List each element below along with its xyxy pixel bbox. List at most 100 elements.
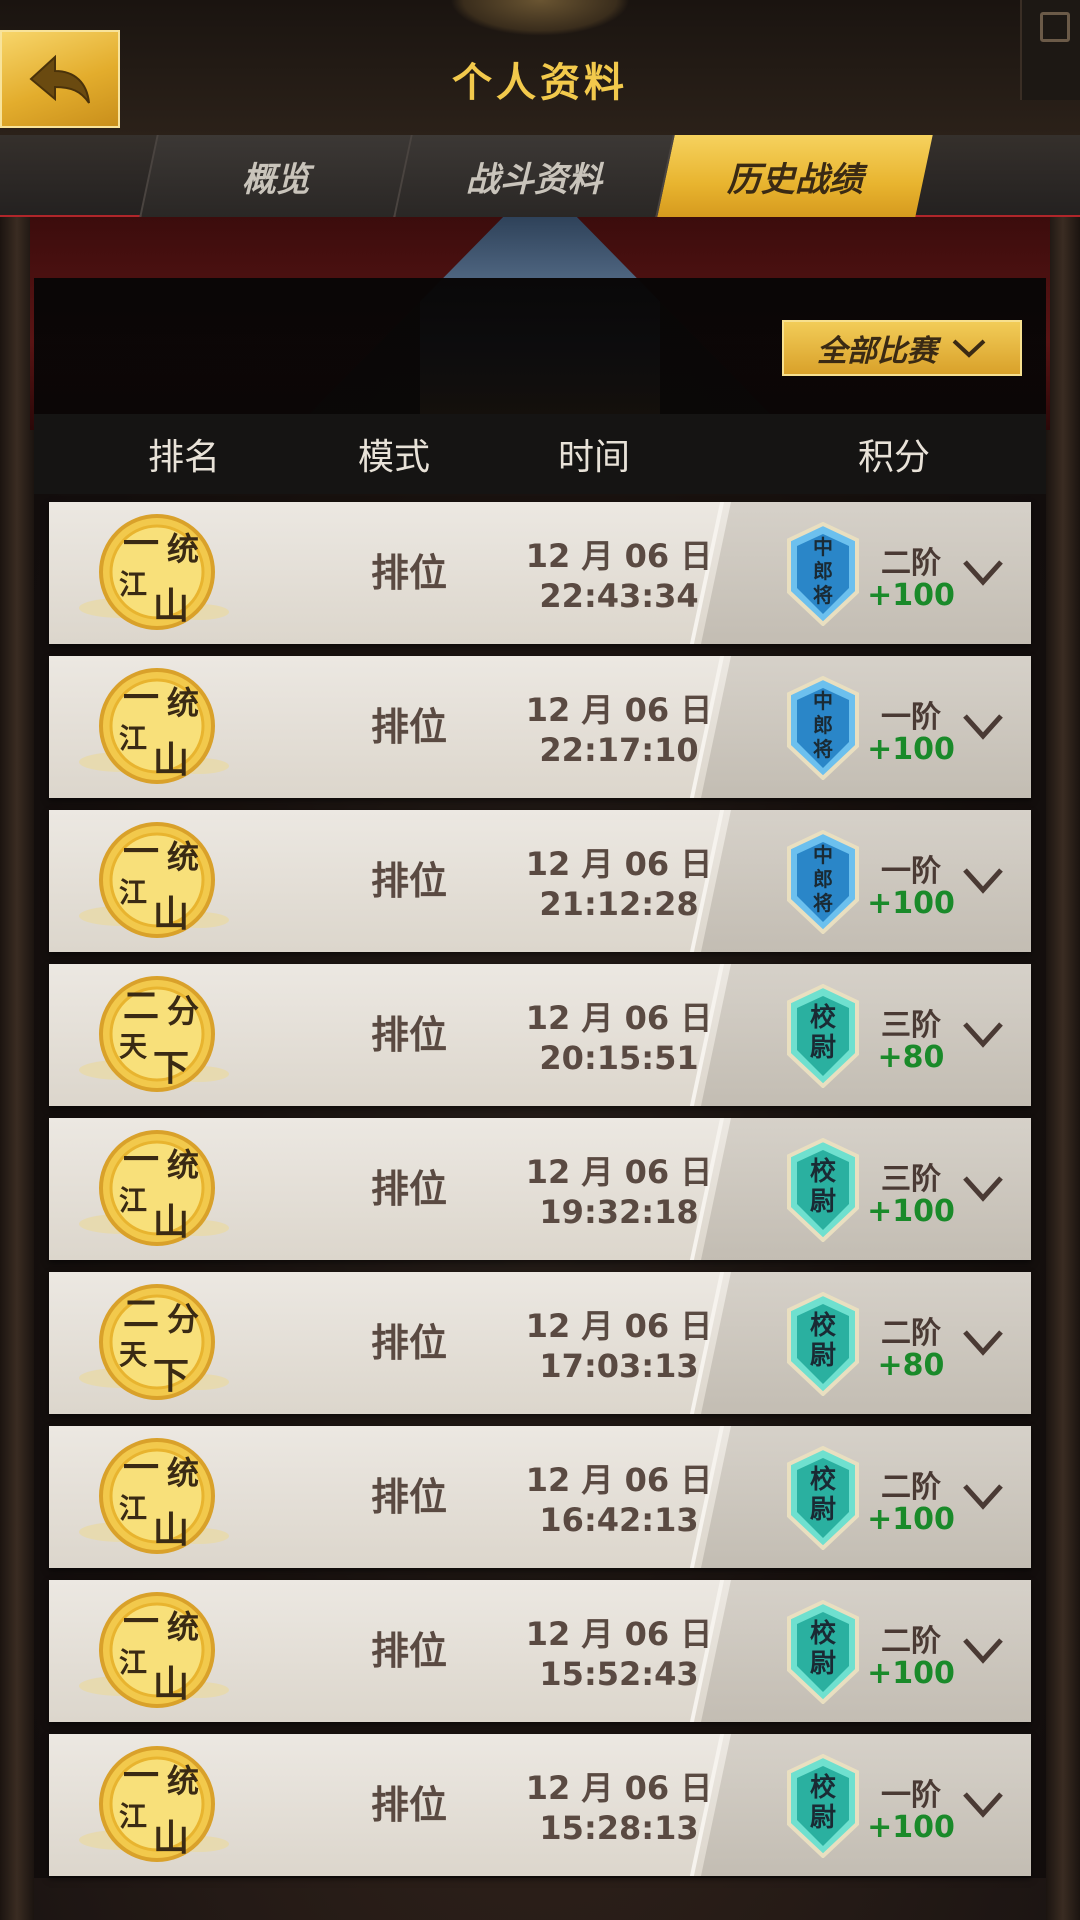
medal-char: 江 xyxy=(119,568,147,601)
match-clock: 21:12:28 xyxy=(539,885,699,923)
badge-char: 中 xyxy=(813,843,833,867)
medal-char: 江 xyxy=(119,1800,147,1833)
medal-char: 统 xyxy=(167,1146,199,1184)
badge-char: 将 xyxy=(813,891,833,915)
tier-label: 二阶 xyxy=(881,546,941,581)
chevron-down-icon[interactable] xyxy=(961,1324,1005,1360)
teal-rank-badge-icon: 校尉 xyxy=(787,984,859,1088)
blue-rank-badge-icon: 中郎将 xyxy=(787,522,859,626)
match-date: 12 月 06 日 xyxy=(525,999,713,1037)
badge-char: 尉 xyxy=(810,1649,836,1679)
medal-char: 天 xyxy=(119,1338,147,1371)
chevron-down-icon[interactable] xyxy=(961,862,1005,898)
medal-char: 一 xyxy=(123,1755,159,1797)
match-date: 12 月 06 日 xyxy=(525,1307,713,1345)
chevron-down-icon[interactable] xyxy=(961,1478,1005,1514)
tab-match-history[interactable]: 历史战绩 xyxy=(655,135,933,217)
badge-char: 尉 xyxy=(810,1187,836,1217)
history-row[interactable]: 二 分 天 下 排位 12 月 06 日 17:03:13 校尉 二阶 +80 xyxy=(49,1272,1031,1414)
medal-char: 分 xyxy=(167,992,199,1030)
medal-char: 山 xyxy=(153,1509,189,1551)
tab-overview[interactable]: 概览 xyxy=(139,135,411,217)
back-arrow-icon xyxy=(29,54,90,104)
medal-char: 山 xyxy=(153,739,189,781)
history-row[interactable]: 一 统 江 山 排位 12 月 06 日 15:52:43 校尉 二阶 +100 xyxy=(49,1580,1031,1722)
match-time: 12 月 06 日 19:32:18 xyxy=(469,1152,769,1232)
medal-char: 一 xyxy=(123,1447,159,1489)
history-row[interactable]: 一 统 江 山 排位 12 月 06 日 15:28:13 校尉 一阶 +100 xyxy=(49,1734,1031,1876)
medal-char: 统 xyxy=(167,530,199,568)
medal-char: 一 xyxy=(123,1601,159,1643)
left-pillar-decor xyxy=(0,0,34,1920)
medal-char: 山 xyxy=(153,1817,189,1859)
badge-char: 校 xyxy=(810,1772,837,1803)
chevron-down-icon[interactable] xyxy=(961,1170,1005,1206)
match-clock: 16:42:13 xyxy=(539,1501,699,1539)
blue-rank-badge-icon: 中郎将 xyxy=(787,830,859,934)
medal-char: 一 xyxy=(123,523,159,565)
score-value: +100 xyxy=(867,732,955,767)
yitongjiangshan-medal-icon: 一 统 江 山 xyxy=(79,822,229,938)
match-clock: 15:52:43 xyxy=(539,1655,699,1693)
tab-battle-data[interactable]: 战斗资料 xyxy=(393,135,673,217)
teal-rank-badge-icon: 校尉 xyxy=(787,1138,859,1242)
yitongjiangshan-medal-icon: 一 统 江 山 xyxy=(79,1592,229,1708)
match-time: 12 月 06 日 17:03:13 xyxy=(469,1306,769,1386)
badge-char: 校 xyxy=(810,1156,837,1187)
history-row[interactable]: 一 统 江 山 排位 12 月 06 日 22:17:10 中郎将 一阶 +10… xyxy=(49,656,1031,798)
medal-char: 下 xyxy=(153,1355,189,1397)
teal-rank-badge-icon: 校尉 xyxy=(787,1754,859,1858)
badge-char: 中 xyxy=(813,689,833,713)
medal-char: 山 xyxy=(153,1201,189,1243)
history-row[interactable]: 二 分 天 下 排位 12 月 06 日 20:15:51 校尉 三阶 +80 xyxy=(49,964,1031,1106)
tier-label: 一阶 xyxy=(881,700,941,735)
back-button[interactable] xyxy=(0,30,120,128)
badge-char: 校 xyxy=(810,1310,837,1341)
score-value: +100 xyxy=(867,1810,955,1845)
badge-char: 尉 xyxy=(810,1803,836,1833)
history-row[interactable]: 一 统 江 山 排位 12 月 06 日 16:42:13 校尉 二阶 +100 xyxy=(49,1426,1031,1568)
history-row[interactable]: 一 统 江 山 排位 12 月 06 日 22:43:34 中郎将 二阶 +10… xyxy=(49,502,1031,644)
match-filter-dropdown[interactable]: 全部比赛 xyxy=(782,320,1022,376)
top-bar: 个人资料 xyxy=(0,0,1080,135)
match-date: 12 月 06 日 xyxy=(525,537,713,575)
badge-char: 尉 xyxy=(810,1033,836,1063)
tier-label: 二阶 xyxy=(881,1624,941,1659)
corner-decor xyxy=(1020,0,1080,100)
chevron-down-icon[interactable] xyxy=(961,1632,1005,1668)
badge-char: 尉 xyxy=(810,1495,836,1525)
chevron-down-icon[interactable] xyxy=(961,1786,1005,1822)
tier-label: 三阶 xyxy=(881,1162,941,1197)
medal-char: 山 xyxy=(153,1663,189,1705)
filter-label: 全部比赛 xyxy=(817,334,937,369)
chevron-down-icon[interactable] xyxy=(961,554,1005,590)
medal-char: 天 xyxy=(119,1030,147,1063)
match-time: 12 月 06 日 15:52:43 xyxy=(469,1614,769,1694)
tier-label: 二阶 xyxy=(881,1316,941,1351)
medal-char: 统 xyxy=(167,684,199,722)
match-clock: 19:32:18 xyxy=(539,1193,699,1231)
medal-char: 山 xyxy=(153,585,189,627)
medal-char: 山 xyxy=(153,893,189,935)
medal-char: 分 xyxy=(167,1300,199,1338)
medal-char: 统 xyxy=(167,1608,199,1646)
medal-char: 一 xyxy=(123,677,159,719)
badge-char: 中 xyxy=(813,535,833,559)
chevron-down-icon[interactable] xyxy=(961,708,1005,744)
match-time: 12 月 06 日 22:43:34 xyxy=(469,536,769,616)
medal-char: 下 xyxy=(153,1047,189,1089)
tier-label: 一阶 xyxy=(881,1778,941,1813)
column-score: 积分 xyxy=(857,437,930,478)
match-clock: 20:15:51 xyxy=(539,1039,699,1077)
match-time: 12 月 06 日 16:42:13 xyxy=(469,1460,769,1540)
match-date: 12 月 06 日 xyxy=(525,1769,713,1807)
chevron-down-icon[interactable] xyxy=(961,1016,1005,1052)
badge-char: 将 xyxy=(813,737,833,761)
column-time: 时间 xyxy=(557,437,630,478)
match-clock: 15:28:13 xyxy=(539,1809,699,1847)
badge-char: 校 xyxy=(810,1618,837,1649)
history-row[interactable]: 一 统 江 山 排位 12 月 06 日 21:12:28 中郎将 一阶 +10… xyxy=(49,810,1031,952)
history-row[interactable]: 一 统 江 山 排位 12 月 06 日 19:32:18 校尉 三阶 +100 xyxy=(49,1118,1031,1260)
medal-char: 江 xyxy=(119,1184,147,1217)
erfentianxia-medal-icon: 二 分 天 下 xyxy=(79,976,229,1092)
